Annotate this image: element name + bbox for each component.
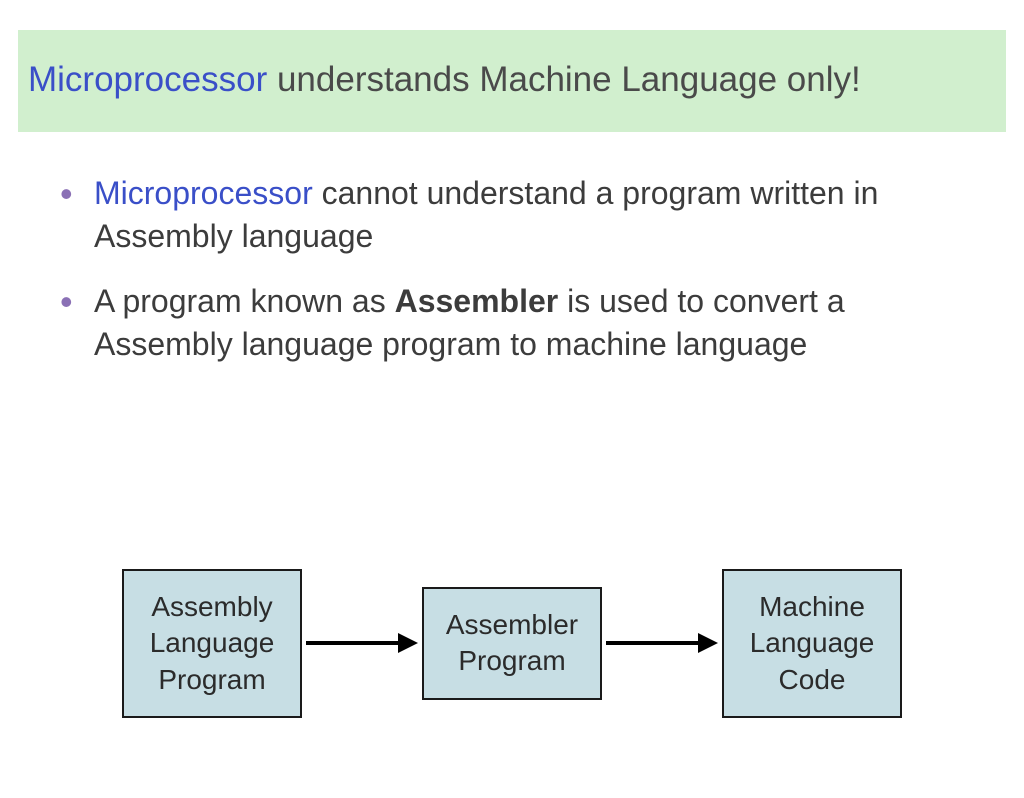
box-assembler-program: Assembler Program [422,587,602,700]
box-machine-language-code: Machine Language Code [722,569,902,718]
arrow-right-icon [302,631,422,655]
box2-line1: Assembler [446,609,578,640]
bullet-2-pre: A program known as [94,283,395,319]
title-rest: understands Machine Language only! [267,60,860,99]
box2-line2: Program [458,645,565,676]
box1-line3: Program [158,664,265,695]
arrow-right-icon [602,631,722,655]
slide-title: Microprocessor understands Machine Langu… [18,30,1006,132]
bullet-2-bold: Assembler [395,283,559,319]
box1-line1: Assembly [151,591,272,622]
arrow-1 [302,628,422,658]
bullet-1-highlight: Microprocessor [94,175,313,211]
title-highlight: Microprocessor [28,60,267,99]
bullet-list: Microprocessor cannot understand a progr… [60,172,964,367]
arrow-2 [602,628,722,658]
box3-line1: Machine [759,591,865,622]
bullet-2: A program known as Assembler is used to … [60,280,964,366]
slide: Microprocessor understands Machine Langu… [0,30,1024,798]
bullet-1: Microprocessor cannot understand a progr… [60,172,964,258]
box1-line2: Language [150,627,275,658]
flow-diagram: Assembly Language Program Assembler Prog… [0,569,1024,718]
box3-line3: Code [779,664,846,695]
box3-line2: Language [750,627,875,658]
box-assembly-language-program: Assembly Language Program [122,569,302,718]
